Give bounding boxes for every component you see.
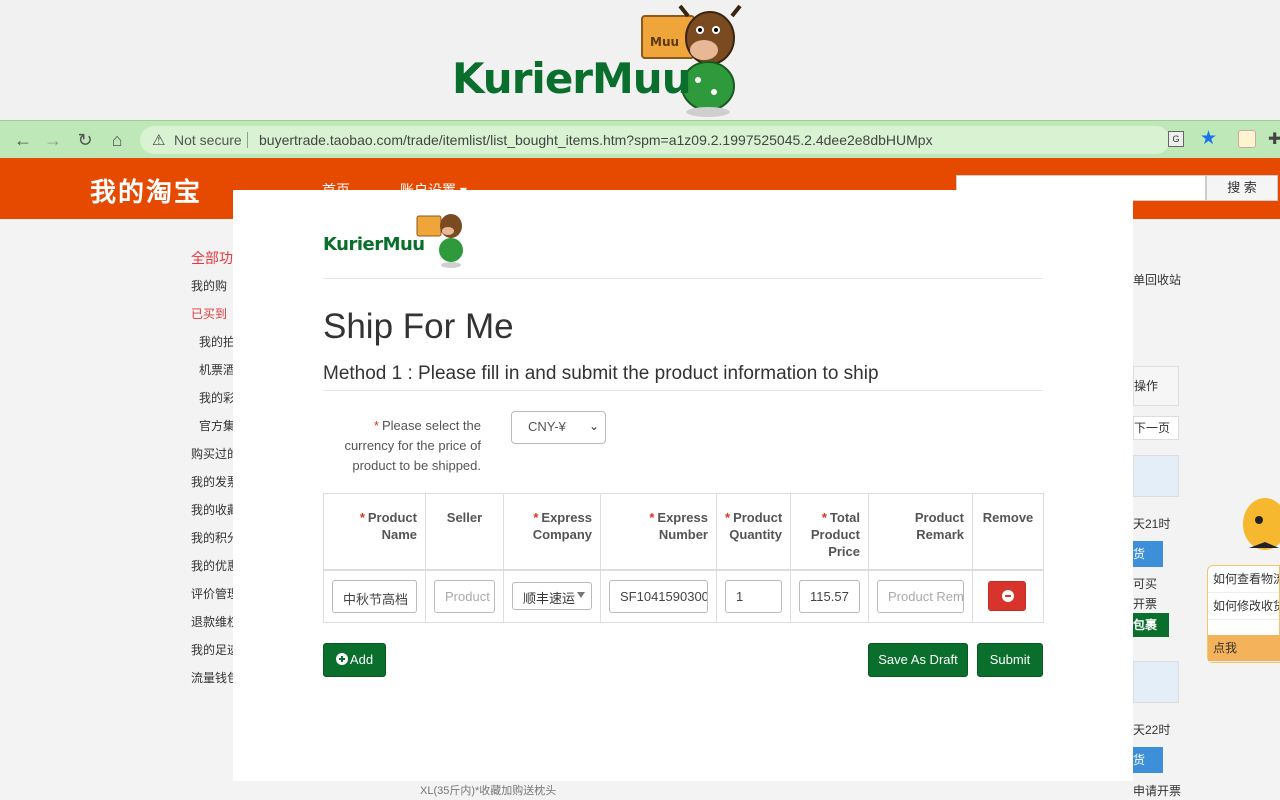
help-popup: 如何查看物流 如何修改收货 点我 xyxy=(1207,565,1280,663)
quantity-input[interactable]: 1 xyxy=(725,579,782,613)
sidebar-item[interactable]: 我的拍 xyxy=(191,332,235,360)
column-header: * Total Product Price xyxy=(790,493,869,571)
sidebar-item[interactable]: 我的发票 xyxy=(191,472,235,500)
currency-label-text: Please select the currency for the price… xyxy=(344,418,481,473)
sidebar-item[interactable]: 流量钱包 xyxy=(191,668,235,696)
product-name-input[interactable]: 中秋节高档 xyxy=(332,579,417,613)
sidebar-item[interactable]: 我的收藏 xyxy=(191,500,235,528)
modal-logo: KurierMuu xyxy=(323,208,475,270)
plus-circle-icon xyxy=(335,653,348,665)
invoice-link[interactable]: 开票 xyxy=(1133,595,1157,612)
express-company-select[interactable]: 顺丰速运 xyxy=(512,582,592,611)
order-header-bar xyxy=(1133,661,1179,703)
invoice-link[interactable]: 申请开票 xyxy=(1133,782,1181,799)
column-header: Seller xyxy=(425,493,504,571)
bookmark-star-icon[interactable]: ★ xyxy=(1200,127,1217,150)
warning-icon: ⚠ xyxy=(152,132,166,149)
sidebar-item[interactable]: 我的彩 xyxy=(191,388,235,416)
help-mascot-icon[interactable] xyxy=(1237,490,1280,560)
countdown-text: 天21时 xyxy=(1133,517,1171,531)
confirm-receipt-button[interactable]: 货 xyxy=(1133,747,1163,773)
remove-row-button[interactable] xyxy=(988,581,1026,612)
column-header: * Product Quantity xyxy=(716,493,791,571)
divider xyxy=(323,390,1043,391)
page-title: Ship For Me xyxy=(323,307,514,346)
add-row-button[interactable]: Add xyxy=(323,643,386,677)
confirm-receipt-button[interactable]: 货 xyxy=(1133,541,1163,567)
reload-icon[interactable]: ↻ xyxy=(74,129,96,151)
dropdown-arrow-icon xyxy=(577,592,585,599)
taobao-brand[interactable]: 我的淘宝 xyxy=(90,172,202,209)
sidebar-item[interactable]: 全部功 xyxy=(191,248,235,276)
sidebar-item[interactable]: 我的积分 xyxy=(191,528,235,556)
sidebar-item[interactable]: 我的购 xyxy=(191,276,235,304)
product-desc-text: XL(35斤内)*收藏加购送枕头 xyxy=(420,785,557,797)
sidebar-item[interactable]: 官方集 xyxy=(191,416,235,444)
kuriermuu-logo: Muu KurierMuu xyxy=(452,2,762,118)
buy-again-link[interactable]: 可买 xyxy=(1133,575,1157,592)
column-header: * Express Number xyxy=(600,493,717,571)
modal-brand-text: KurierMuu xyxy=(323,234,425,255)
address-bar[interactable]: ⚠ Not secure buyertrade.taobao.com/trade… xyxy=(140,126,1170,154)
save-draft-button[interactable]: Save As Draft xyxy=(868,643,968,677)
table-header-row: * Product Name Seller * Express Company * E… xyxy=(323,493,1044,571)
next-page-button[interactable]: 下一页 xyxy=(1133,416,1179,440)
column-header: Remove xyxy=(972,493,1044,571)
recycle-link[interactable]: 单回收站 xyxy=(1133,271,1181,288)
svg-text:Muu: Muu xyxy=(650,35,679,49)
divider xyxy=(323,278,1043,279)
url-separator xyxy=(247,132,248,148)
home-icon[interactable]: ⌂ xyxy=(106,129,128,151)
currency-value: CNY-¥ xyxy=(528,419,566,434)
ship-for-me-modal: KurierMuu Ship For Me Method 1 : Please … xyxy=(233,190,1133,781)
submit-button[interactable]: Submit xyxy=(977,643,1043,677)
column-header: Product Remark xyxy=(868,493,973,571)
remark-input[interactable]: Product Remark xyxy=(877,579,964,613)
seller-input[interactable]: Product Seller xyxy=(434,579,495,613)
operation-header: 操作 xyxy=(1133,366,1179,406)
product-table: * Product Name Seller * Express Company * E… xyxy=(323,493,1044,623)
taobao-search-button[interactable]: 搜 索 xyxy=(1206,175,1278,201)
extension-icon[interactable] xyxy=(1238,130,1256,148)
url-text[interactable]: buyertrade.taobao.com/trade/itemlist/lis… xyxy=(259,132,933,148)
table-row: 中秋节高档 Product Seller 顺丰速运 SF1041590300 1… xyxy=(323,569,1044,623)
forward-icon[interactable]: → xyxy=(42,129,64,151)
help-link[interactable]: 如何查看物流 xyxy=(1208,566,1279,593)
order-header-bar xyxy=(1133,455,1179,497)
total-price-input[interactable]: 115.57 xyxy=(799,579,860,613)
required-asterisk: * xyxy=(373,418,379,433)
add-label: Add xyxy=(349,652,374,667)
security-label: Not secure xyxy=(174,132,242,148)
method-subtitle: Method 1 : Please fill in and submit the… xyxy=(323,363,879,384)
taobao-sidebar: 全部功 我的购 已买到 我的拍 机票酒 我的彩 官方集 购买过的 我的发票 我的… xyxy=(191,248,235,696)
package-button[interactable]: 包裹 xyxy=(1133,613,1169,637)
sidebar-item[interactable]: 购买过的 xyxy=(191,444,235,472)
chevron-down-icon: ⌄ xyxy=(588,419,599,433)
express-company-value: 顺丰速运 xyxy=(523,591,576,607)
countdown-text: 天22时 xyxy=(1133,723,1171,737)
back-icon[interactable]: ← xyxy=(12,129,34,151)
sidebar-item[interactable]: 我的足迹 xyxy=(191,640,235,668)
help-link[interactable]: 如何修改收货 xyxy=(1208,593,1279,620)
currency-label: * Please select the currency for the pric… xyxy=(323,416,481,476)
banner-brand-text: KurierMuu xyxy=(452,54,692,103)
translate-icon[interactable]: G xyxy=(1168,131,1184,147)
browser-toolbar: ← → ↻ ⌂ ⚠ Not secure buyertrade.taobao.c… xyxy=(0,120,1280,158)
express-number-input[interactable]: SF1041590300 xyxy=(609,579,708,613)
sidebar-item[interactable]: 机票酒 xyxy=(191,360,235,388)
help-popup-button[interactable]: 点我 xyxy=(1208,635,1280,662)
puzzle-icon[interactable]: ✚ xyxy=(1268,129,1280,149)
top-banner: Muu KurierMuu xyxy=(0,0,1280,120)
sidebar-item[interactable]: 我的优惠 xyxy=(191,556,235,584)
sidebar-item[interactable]: 已买到 xyxy=(191,304,235,332)
sidebar-item[interactable]: 评价管理 xyxy=(191,584,235,612)
column-header: * Product Name xyxy=(323,493,426,571)
column-header: * Express Company xyxy=(503,493,601,571)
sidebar-item[interactable]: 退款维权 xyxy=(191,612,235,640)
minus-circle-icon xyxy=(1002,590,1014,603)
currency-select[interactable]: CNY-¥ ⌄ xyxy=(511,411,606,444)
